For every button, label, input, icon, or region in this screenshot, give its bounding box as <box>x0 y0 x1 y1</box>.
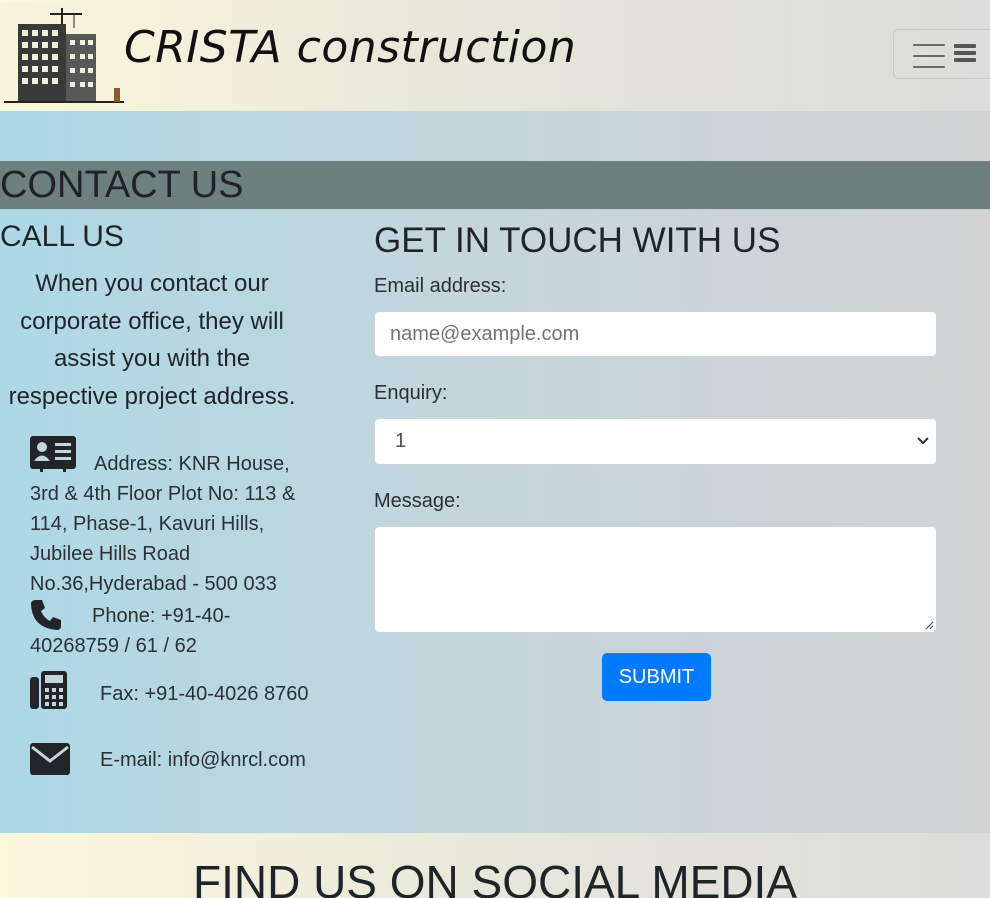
enquiry-label: Enquiry: <box>374 382 448 404</box>
email-info: E-mail: info@knrcl.com <box>30 743 310 775</box>
contact-section: CONTACT US CALL US When you contact our … <box>0 111 990 833</box>
call-us-heading: CALL US <box>0 220 124 253</box>
envelope-icon <box>30 743 70 775</box>
phone-info: Phone: +91-40-40268759 / 61 / 62 <box>30 599 310 661</box>
submit-button[interactable]: SUBMIT <box>602 653 711 701</box>
address-info: Address: KNR House, 3rd & 4th Floor Plot… <box>30 436 310 599</box>
email-input[interactable] <box>374 311 937 357</box>
enquiry-select[interactable]: 1 <box>374 418 937 465</box>
get-in-touch-heading: GET IN TOUCH WITH US <box>374 221 781 260</box>
address-card-icon <box>30 436 76 472</box>
message-label: Message: <box>374 490 461 512</box>
email-text: E-mail: info@knrcl.com <box>100 749 306 771</box>
fax-icon <box>30 671 67 709</box>
brand-name[interactable]: CRISTA construction <box>124 22 576 73</box>
phone-icon <box>31 600 61 630</box>
enquiry-selected-value: 1 <box>395 430 407 452</box>
building-logo-icon[interactable] <box>0 2 128 106</box>
social-section: FIND US ON SOCIAL MEDIA <box>0 833 990 898</box>
site-header: CRISTA construction <box>0 0 990 111</box>
resize-grip-icon[interactable] <box>924 620 934 630</box>
navbar-toggle-button[interactable] <box>893 29 990 79</box>
contact-title: CONTACT US <box>0 164 244 206</box>
chevron-down-icon <box>917 437 929 445</box>
fax-info: Fax: +91-40-4026 8760 <box>30 671 310 709</box>
address-text: Address: KNR House, 3rd & 4th Floor Plot… <box>30 453 296 595</box>
social-heading: FIND US ON SOCIAL MEDIA <box>192 856 798 898</box>
call-us-description: When you contact our corporate office, t… <box>8 270 296 410</box>
message-textarea[interactable] <box>374 526 937 633</box>
menu-bars-icon <box>954 44 976 62</box>
fax-text: Fax: +91-40-4026 8760 <box>100 683 309 705</box>
hamburger-icon <box>913 44 945 68</box>
email-label: Email address: <box>374 275 507 297</box>
